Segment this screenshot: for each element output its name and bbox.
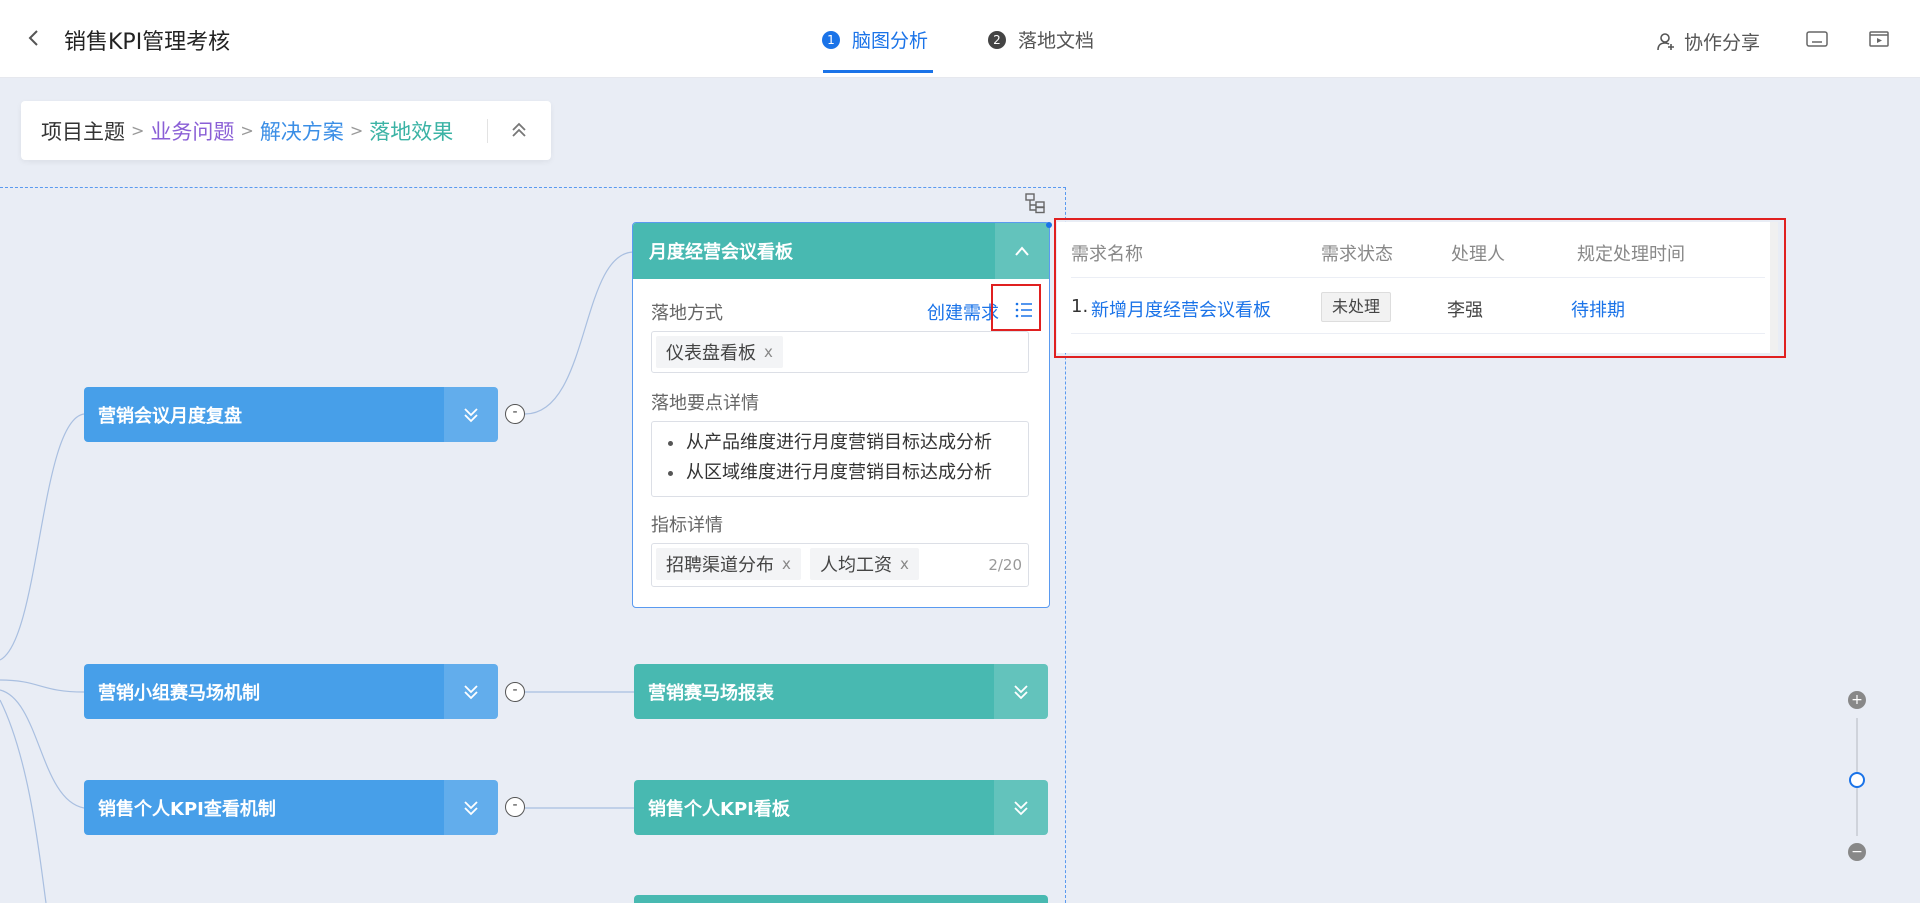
point-item: 从产品维度进行月度营销目标达成分析 — [664, 428, 1016, 458]
node-marketing-monthly-review[interactable]: 营销会议月度复盘 — [84, 387, 498, 442]
card-title: 月度经营会议看板 — [649, 242, 793, 263]
card-header: 月度经营会议看板 — [633, 223, 1049, 279]
create-requirement-link[interactable]: 创建需求 — [927, 299, 999, 325]
node-partial — [634, 895, 1048, 903]
metric-tag: 人均工资 x — [809, 548, 919, 580]
tree-structure-icon[interactable] — [1024, 192, 1046, 214]
annotation-box — [1054, 218, 1786, 358]
resize-handle[interactable] — [1046, 222, 1052, 228]
method-label: 落地方式 — [651, 303, 723, 324]
metrics-field[interactable]: 招聘渠道分布 x 人均工资 x 2/20 — [651, 543, 1029, 587]
collapse-node-button[interactable]: - — [505, 682, 525, 702]
node-label: 销售个人KPI看板 — [648, 798, 790, 820]
collapse-node-button[interactable]: - — [505, 404, 525, 424]
annotation-box — [991, 284, 1041, 331]
node-group-horse-race[interactable]: 营销小组赛马场机制 — [84, 664, 498, 719]
node-label: 营销会议月度复盘 — [98, 405, 242, 427]
chevron-double-down-icon[interactable] — [444, 664, 498, 719]
point-item: 从区域维度进行月度营销目标达成分析 — [664, 458, 1016, 488]
method-field[interactable]: 仪表盘看板 x — [651, 331, 1029, 373]
chevron-double-down-icon[interactable] — [444, 780, 498, 835]
tag-label: 仪表盘看板 — [666, 343, 756, 364]
points-field[interactable]: 从产品维度进行月度营销目标达成分析 从区域维度进行月度营销目标达成分析 — [651, 421, 1029, 497]
chevron-double-down-icon[interactable] — [444, 387, 498, 442]
remove-tag-icon[interactable]: x — [782, 555, 791, 573]
zoom-slider-thumb[interactable] — [1849, 772, 1865, 788]
chevron-double-down-icon[interactable] — [994, 664, 1048, 719]
metrics-label: 指标详情 — [651, 515, 723, 536]
node-label: 营销小组赛马场机制 — [98, 682, 260, 704]
node-horse-race-report[interactable]: 营销赛马场报表 — [634, 664, 1048, 719]
node-personal-kpi[interactable]: 销售个人KPI查看机制 — [84, 780, 498, 835]
node-label: 销售个人KPI查看机制 — [98, 798, 276, 820]
collapse-node-button[interactable]: - — [505, 797, 525, 817]
remove-tag-icon[interactable]: x — [900, 555, 909, 573]
node-personal-kpi-board[interactable]: 销售个人KPI看板 — [634, 780, 1048, 835]
remove-tag-icon[interactable]: x — [764, 343, 773, 361]
expanded-node-card: 月度经营会议看板 落地方式 创建需求 仪表盘看板 x 落地要点详情 从产品维度进… — [632, 222, 1050, 608]
zoom-in-icon[interactable]: + — [1848, 691, 1866, 709]
method-tag: 仪表盘看板 x — [656, 336, 783, 368]
metric-tag: 招聘渠道分布 x — [656, 548, 801, 580]
chevron-up-icon[interactable] — [995, 223, 1049, 279]
chevron-double-down-icon[interactable] — [994, 780, 1048, 835]
tag-label: 招聘渠道分布 — [666, 555, 774, 576]
zoom-out-icon[interactable]: − — [1848, 843, 1866, 861]
node-label: 营销赛马场报表 — [648, 682, 774, 704]
tag-label: 人均工资 — [819, 555, 892, 576]
metrics-count: 2/20 — [988, 556, 1022, 574]
points-label: 落地要点详情 — [651, 393, 759, 414]
